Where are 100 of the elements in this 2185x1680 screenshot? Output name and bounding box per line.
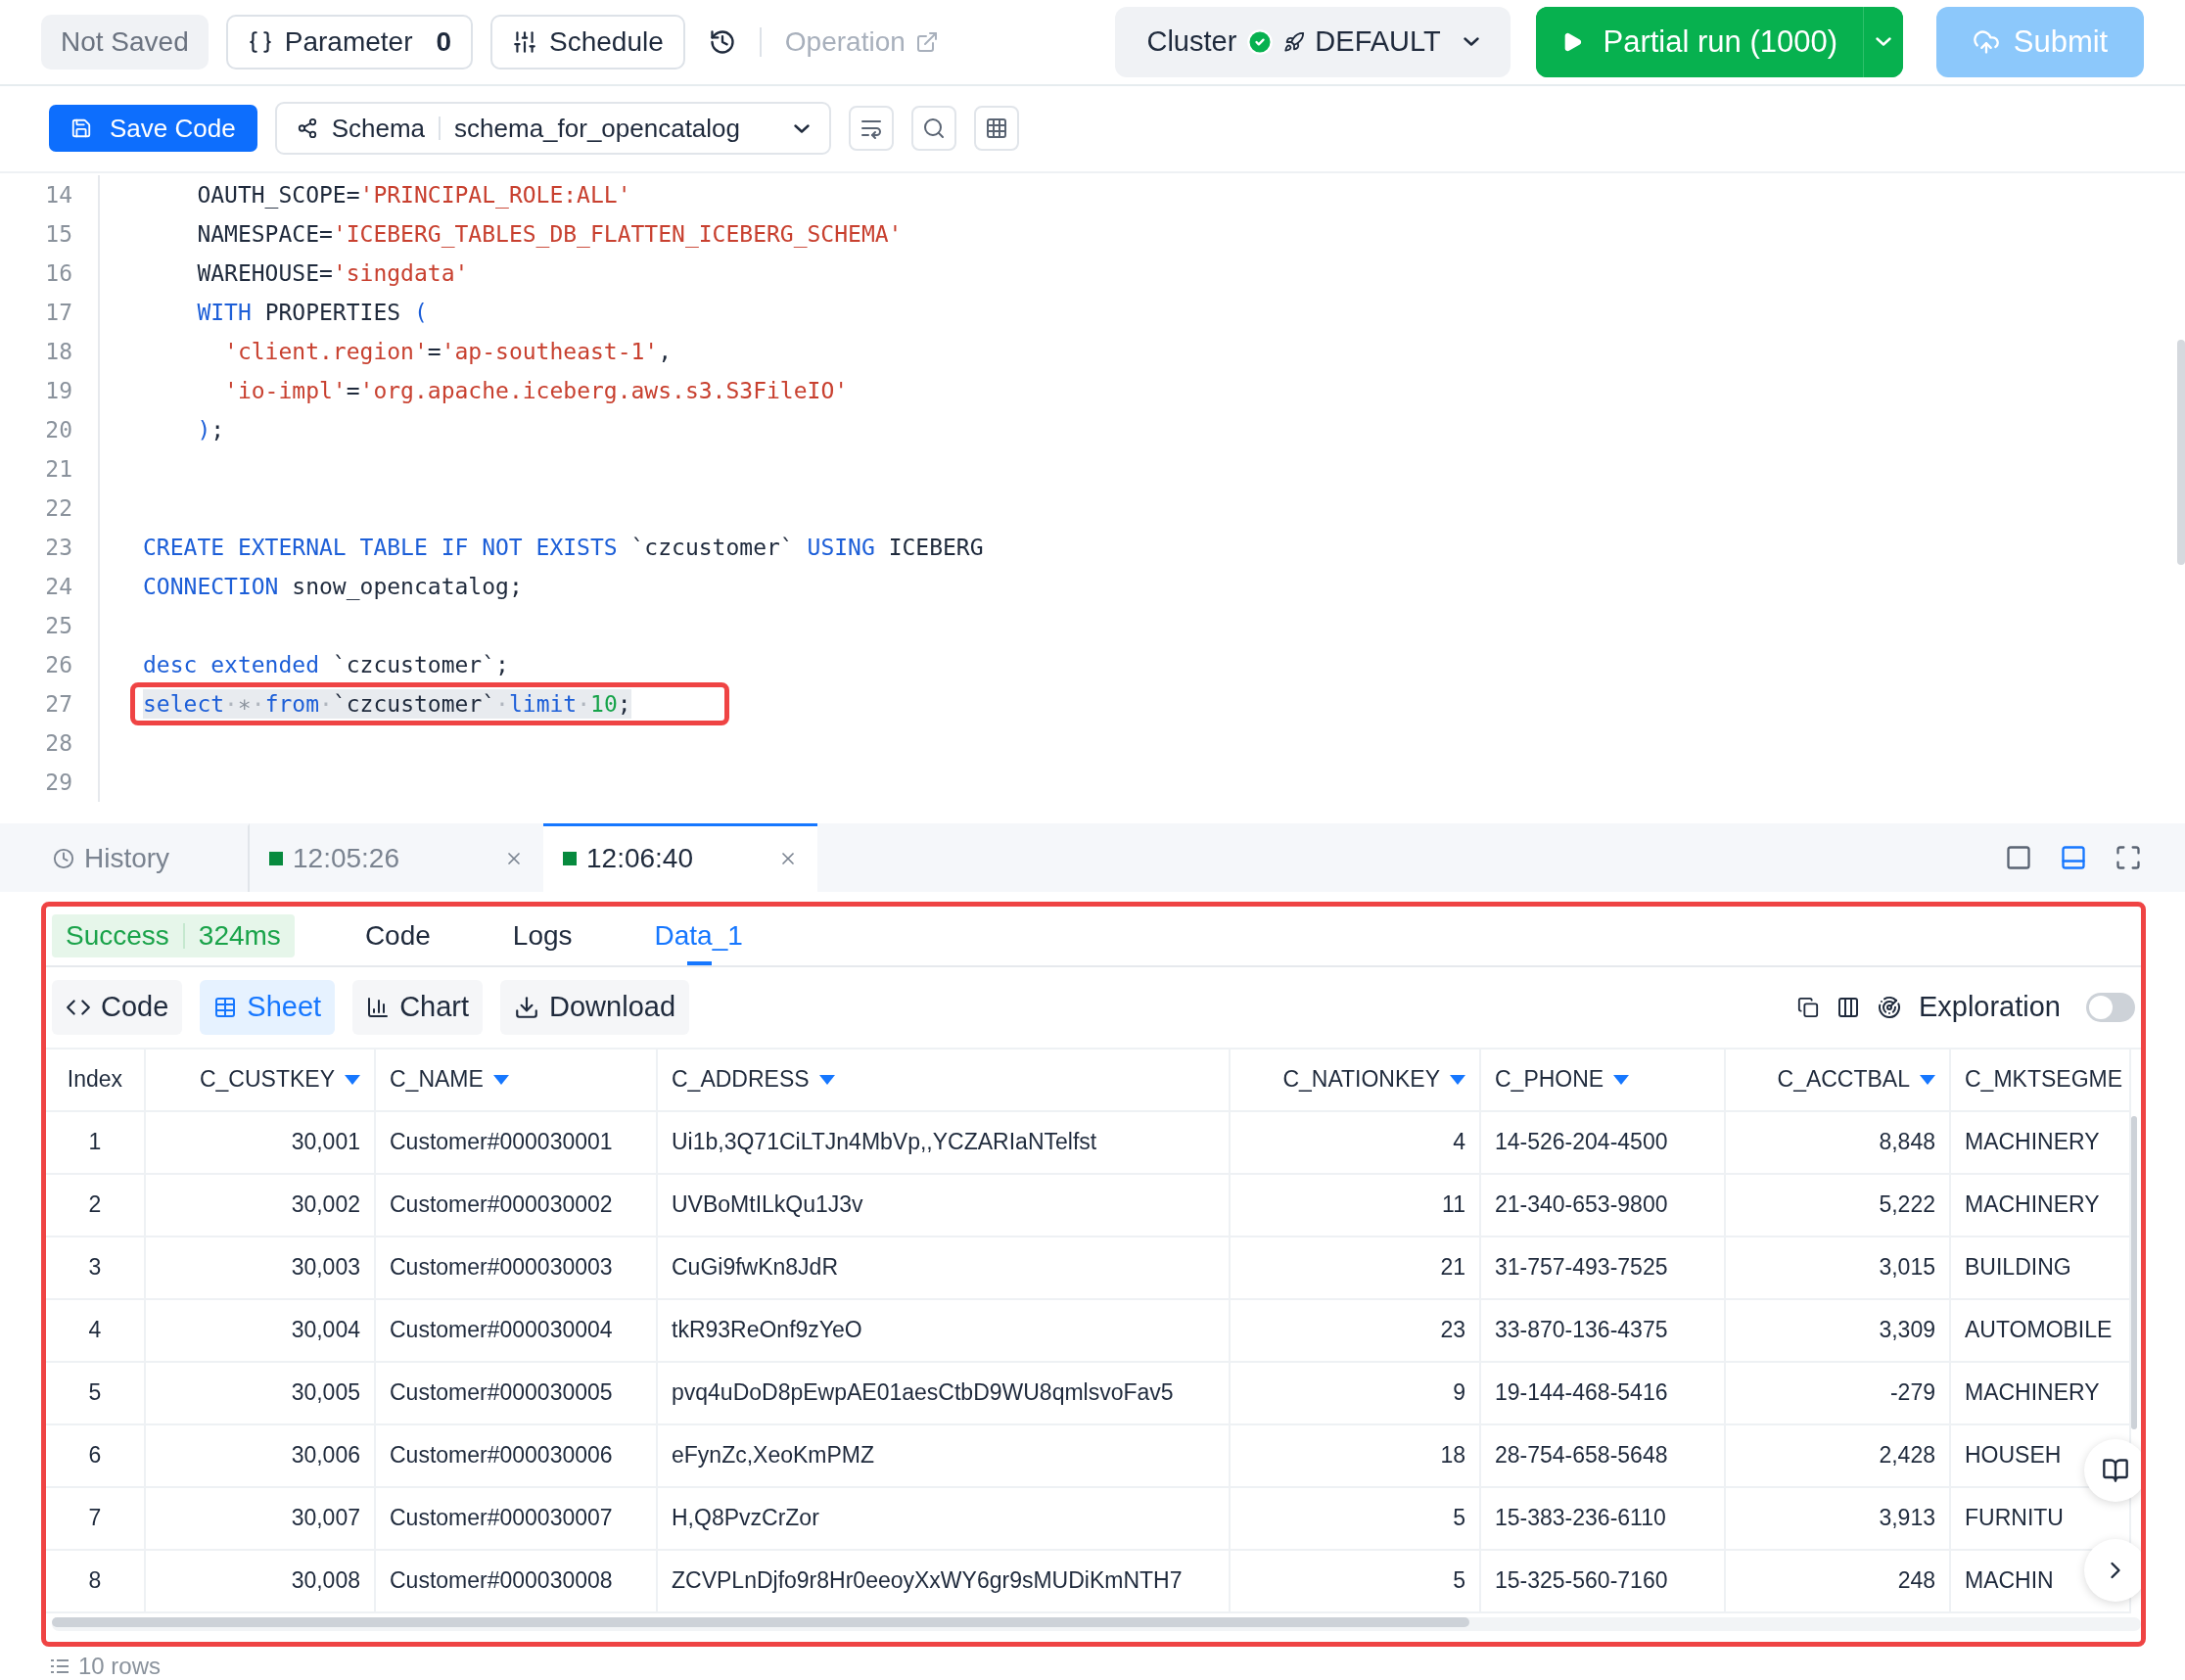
line-number: 14 bbox=[44, 182, 72, 209]
column-header[interactable]: C_PHONE bbox=[1481, 1049, 1726, 1112]
line-number: 21 bbox=[44, 456, 72, 483]
columns-icon[interactable] bbox=[1836, 995, 1860, 1019]
table-cell: 3,913 bbox=[1726, 1487, 1951, 1551]
column-header[interactable]: C_ADDRESS bbox=[658, 1049, 1231, 1112]
table-cell: 3,309 bbox=[1726, 1299, 1951, 1363]
scrollbar[interactable] bbox=[2177, 340, 2185, 566]
status-text: Success bbox=[66, 919, 169, 952]
table-cell: Customer#000030004 bbox=[376, 1299, 658, 1363]
table-cell: H,Q8PvzCrZor bbox=[658, 1487, 1231, 1551]
radar-icon bbox=[1877, 995, 1901, 1019]
table-cell: 19-144-468-5416 bbox=[1481, 1362, 1726, 1425]
run-tab[interactable]: 12:05:26 bbox=[250, 822, 543, 892]
table-cell: 5 bbox=[1231, 1487, 1481, 1551]
column-header[interactable]: C_NATIONKEY bbox=[1231, 1049, 1481, 1112]
share-icon bbox=[296, 117, 318, 140]
schema-selector[interactable]: Schema schema_for_opencatalog bbox=[274, 102, 831, 156]
column-header[interactable]: C_ACCTBAL bbox=[1726, 1049, 1951, 1112]
table-cell: 4 bbox=[46, 1299, 146, 1363]
save-code-button[interactable]: Save Code bbox=[49, 105, 257, 153]
clock-icon bbox=[53, 848, 74, 870]
external-link-icon bbox=[914, 29, 939, 54]
table-cell: Customer#000030007 bbox=[376, 1487, 658, 1551]
table-cell: 30,008 bbox=[146, 1550, 376, 1613]
scrollbar[interactable] bbox=[2131, 1115, 2137, 1429]
column-header[interactable]: Index bbox=[46, 1049, 146, 1112]
duration-text: 324ms bbox=[198, 919, 281, 952]
code-line: desc extended `czcustomer`; bbox=[143, 651, 509, 680]
split-panel-icon bbox=[2060, 843, 2087, 871]
column-header[interactable]: C_NAME bbox=[376, 1049, 658, 1112]
table-cell: 2,428 bbox=[1726, 1424, 1951, 1488]
status-square-icon bbox=[269, 852, 283, 866]
column-header[interactable]: C_MKTSEGME bbox=[1951, 1049, 2131, 1112]
table-cell: 30,003 bbox=[146, 1237, 376, 1300]
table-cell: tkR93ReOnf9zYeO bbox=[658, 1299, 1231, 1363]
table-cell: 15-325-560-7160 bbox=[1481, 1550, 1726, 1613]
list-icon bbox=[51, 1659, 69, 1673]
fullscreen-icon bbox=[2115, 843, 2142, 871]
format-button[interactable] bbox=[848, 106, 894, 152]
table-cell: -279 bbox=[1726, 1362, 1951, 1425]
view-button[interactable]: Download bbox=[500, 979, 690, 1035]
table-cell: 30,001 bbox=[146, 1111, 376, 1175]
exploration-toggle[interactable] bbox=[2086, 992, 2135, 1022]
table-cell: 14-526-204-4500 bbox=[1481, 1111, 1726, 1175]
line-number: 19 bbox=[44, 378, 72, 404]
chevron-down-icon bbox=[1876, 37, 1891, 47]
table-cell: Customer#000030008 bbox=[376, 1550, 658, 1613]
table-cell: 6 bbox=[46, 1424, 146, 1488]
table-cell: 15-383-236-6110 bbox=[1481, 1487, 1726, 1551]
table-cell: Ui1b,3Q71CiLTJn4MbVp,,YCZARIaNTelfst bbox=[658, 1111, 1231, 1175]
line-number: 29 bbox=[44, 770, 72, 796]
line-number: 27 bbox=[44, 691, 72, 718]
parameter-button[interactable]: Parameter 0 bbox=[225, 14, 474, 70]
result-tab[interactable]: Data_1 bbox=[613, 906, 784, 965]
download-icon bbox=[514, 994, 540, 1020]
run-tab[interactable]: 12:06:40 bbox=[543, 822, 817, 892]
sort-caret-icon bbox=[345, 1074, 360, 1085]
table-cell: UVBoMtILkQu1J3v bbox=[658, 1174, 1231, 1237]
code-line: 'io-impl'='org.apache.iceberg.aws.s3.S3FileIO' bbox=[223, 377, 849, 406]
result-tab[interactable]: Logs bbox=[471, 906, 614, 965]
table-icon bbox=[213, 995, 238, 1019]
code-line: 'client.region'='ap-southeast-1', bbox=[223, 338, 673, 367]
column-header[interactable]: C_CUSTKEY bbox=[146, 1049, 376, 1112]
code-line: NAMESPACE='ICEBERG_TABLES_DB_FLATTEN_ICEBERG_SCHEMA' bbox=[196, 220, 903, 250]
book-button[interactable] bbox=[2084, 1438, 2141, 1502]
table-cell: 8 bbox=[46, 1550, 146, 1613]
table-cell: 30,005 bbox=[146, 1362, 376, 1425]
schedule-button[interactable]: Schedule bbox=[490, 14, 685, 70]
table-cell: Customer#000030002 bbox=[376, 1174, 658, 1237]
table-cell: 30,007 bbox=[146, 1487, 376, 1551]
cluster-selector[interactable]: Cluster DEFAULT bbox=[1115, 6, 1511, 77]
result-tab[interactable]: Code bbox=[323, 906, 472, 965]
keyboard-button[interactable] bbox=[973, 106, 1019, 152]
line-number: 15 bbox=[44, 221, 72, 248]
line-number: 17 bbox=[44, 300, 72, 326]
view-button[interactable]: Chart bbox=[352, 979, 484, 1035]
view-button[interactable]: Sheet bbox=[200, 979, 336, 1035]
scrollbar[interactable] bbox=[52, 1616, 1469, 1627]
braces-icon bbox=[247, 28, 273, 55]
table-cell: 1 bbox=[46, 1111, 146, 1175]
view-button[interactable]: Code bbox=[52, 979, 183, 1035]
copy-icon[interactable] bbox=[1796, 996, 1819, 1018]
table-cell: 248 bbox=[1726, 1550, 1951, 1613]
table-cell: 5 bbox=[46, 1362, 146, 1425]
line-number: 23 bbox=[44, 535, 72, 561]
search-button[interactable] bbox=[910, 106, 956, 152]
sort-caret-icon bbox=[492, 1074, 509, 1085]
table-cell: 23 bbox=[1231, 1299, 1481, 1363]
exploration-label: Exploration bbox=[1918, 991, 2061, 1024]
sort-caret-icon bbox=[818, 1074, 835, 1085]
sort-caret-icon bbox=[1613, 1074, 1630, 1085]
code-line: OAUTH_SCOPE='PRINCIPAL_ROLE:ALL' bbox=[196, 181, 631, 210]
panel-icon bbox=[2005, 843, 2032, 871]
table-cell: 2 bbox=[46, 1174, 146, 1237]
history-tab[interactable]: History bbox=[49, 822, 250, 892]
code-line: WITH PROPERTIES ( bbox=[196, 299, 428, 328]
line-number: 22 bbox=[44, 495, 72, 522]
table-cell: 30,006 bbox=[146, 1424, 376, 1488]
line-number: 26 bbox=[44, 652, 72, 678]
